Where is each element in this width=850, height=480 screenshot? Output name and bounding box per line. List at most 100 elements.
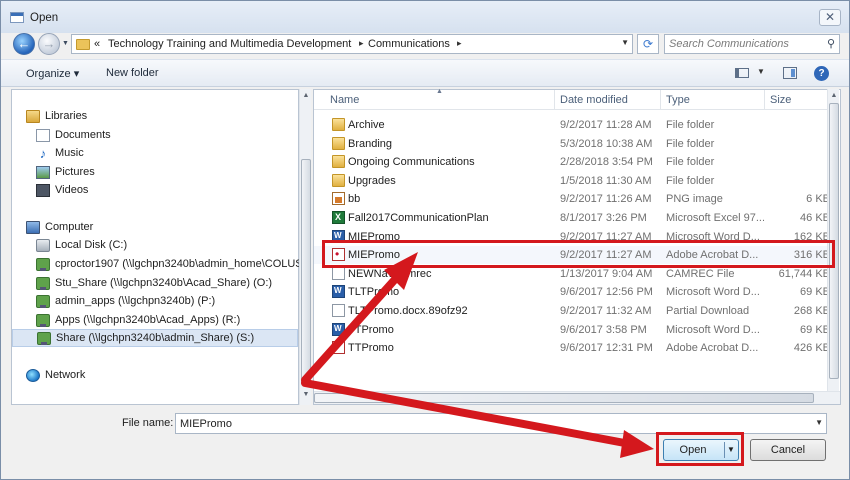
file-name-cell: Upgrades (348, 174, 396, 187)
file-row[interactable]: bb 9/2/2017 11:26 AM PNG image 6 KB (314, 190, 838, 208)
chevron-down-icon[interactable]: ▼ (727, 440, 735, 460)
column-header-type[interactable]: Type (666, 94, 690, 106)
search-input[interactable] (669, 36, 819, 52)
nav-item-label: Music (55, 147, 84, 159)
chevron-down-icon[interactable]: ▼ (815, 418, 823, 427)
file-name-combobox[interactable]: ▼ (175, 413, 827, 434)
scroll-up-icon[interactable]: ▲ (300, 90, 312, 102)
chevron-right-icon[interactable]: ▸ (457, 38, 462, 49)
file-row[interactable]: Branding 5/3/2018 10:38 AM File folder (314, 135, 838, 153)
preview-pane-icon[interactable] (783, 67, 797, 79)
computer-icon (26, 221, 40, 234)
file-size-cell: 69 KB (800, 286, 830, 299)
file-name-cell: MIEPromo (348, 249, 400, 262)
file-row[interactable]: TLTPromo 9/6/2017 12:56 PM Microsoft Word … (314, 283, 838, 301)
file-row[interactable]: MIEPromo 9/2/2017 11:27 AM Microsoft Word … (314, 228, 838, 246)
scroll-down-icon[interactable]: ▼ (300, 389, 312, 401)
file-type-cell: Microsoft Word D... (666, 230, 760, 243)
libraries-icon (26, 110, 40, 123)
scroll-thumb[interactable] (301, 159, 311, 385)
folder-icon (332, 155, 345, 169)
file-name-cell: Branding (348, 137, 393, 150)
scroll-thumb[interactable] (829, 103, 839, 379)
column-header-size[interactable]: Size (770, 94, 791, 106)
file-type-cell: File folder (666, 137, 715, 150)
file-row[interactable]: Upgrades 1/5/2018 11:30 AM File folder (314, 172, 838, 190)
column-divider[interactable] (764, 90, 765, 110)
split-divider (724, 442, 725, 458)
network-drive-icon (36, 314, 50, 327)
file-row[interactable]: Fall2017CommunicationPlan 8/1/2017 3:26 P… (314, 209, 838, 227)
column-divider[interactable] (554, 90, 555, 110)
chevron-right-icon[interactable]: ▸ (359, 38, 364, 49)
column-divider[interactable] (660, 90, 661, 110)
file-type-cell: File folder (666, 119, 715, 131)
nav-scrollbar[interactable]: ▲ ▼ (299, 89, 311, 405)
nav-item-drive-selected[interactable]: Share (\\lgchpn3240b\admin_Share) (S:) (12, 329, 298, 347)
file-row[interactable]: TTPromo 9/6/2017 12:31 PM Adobe Acrobat D.… (314, 339, 838, 357)
file-date-cell: 9/2/2017 11:28 AM (560, 119, 652, 131)
file-name-input[interactable] (180, 416, 800, 432)
chevron-down-icon[interactable]: ▼ (757, 67, 765, 76)
open-button[interactable]: Open ▼ (663, 439, 739, 461)
file-name-cell: MIEPromo (348, 230, 400, 243)
search-box[interactable]: ⚲ (664, 34, 840, 54)
organize-button[interactable]: Organize ▾ (26, 67, 79, 80)
file-row[interactable]: Ongoing Communications 2/28/2018 3:54 PM F… (314, 153, 838, 171)
file-name-cell: TLTPromo.docx.89ofz92 (348, 305, 468, 317)
file-type-cell: Adobe Acrobat D... (666, 249, 759, 262)
file-type-cell: CAMREC File (666, 267, 735, 280)
file-size-cell: 426 KB (793, 342, 830, 355)
breadcrumb-item[interactable]: Communications (368, 38, 450, 50)
file-size-cell: 69 KB (800, 323, 830, 336)
file-name-cell: TTPromo (348, 323, 394, 336)
file-row[interactable]: MIEPromo 9/2/2017 11:27 AM Adobe Acrobat D… (314, 246, 838, 265)
column-header-name[interactable]: Name (330, 94, 359, 106)
cancel-button[interactable]: Cancel (750, 439, 826, 461)
views-icon[interactable] (735, 68, 749, 78)
column-header-row: ▲ Name Date modified Type Size (314, 88, 838, 110)
help-icon[interactable]: ? (814, 66, 829, 81)
column-header-date[interactable]: Date modified (560, 94, 628, 106)
refresh-button[interactable]: ⟳ (637, 34, 659, 54)
file-row[interactable]: TTPromo 9/6/2017 3:58 PM Microsoft Word D.… (314, 321, 838, 339)
pdf-icon (332, 340, 345, 355)
file-icon (332, 304, 345, 317)
file-scrollbar-horizontal[interactable] (314, 391, 840, 404)
back-button[interactable]: ← (13, 33, 35, 55)
file-type-cell: Adobe Acrobat D... (666, 342, 759, 355)
address-row: ← → ▼ « Technology Training and Multimed… (1, 33, 849, 55)
file-size-cell: 61,744 KB (778, 267, 830, 280)
address-overflow[interactable]: « (94, 38, 100, 50)
file-scrollbar-vertical[interactable]: ▲ (827, 89, 839, 393)
recent-locations-dropdown[interactable]: ▼ (62, 40, 69, 47)
nav-item-label: admin_apps (\\lgchpn3240b) (P:) (55, 295, 216, 307)
file-row[interactable]: TLTPromo.docx.89ofz92 9/2/2017 11:32 AM Pa… (314, 302, 838, 320)
file-name-cell: bb (348, 193, 361, 206)
forward-button[interactable]: → (38, 33, 60, 55)
address-bar[interactable]: « Technology Training and Multimedia Dev… (71, 34, 633, 54)
folder-icon (332, 173, 345, 187)
new-folder-button[interactable]: New folder (106, 67, 159, 79)
file-size-cell: 268 KB (793, 305, 830, 317)
breadcrumb-item[interactable]: Technology Training and Multimedia Devel… (108, 38, 351, 50)
sort-ascending-icon: ▲ (436, 88, 443, 95)
file-type-cell: Microsoft Excel 97... (666, 212, 764, 224)
nav-item-label: Videos (55, 184, 89, 196)
network-drive-icon (37, 332, 51, 345)
close-button[interactable]: ✕ (819, 9, 841, 26)
file-icon (332, 266, 345, 280)
word-icon (332, 229, 345, 243)
file-type-cell: PNG image (666, 193, 723, 206)
network-icon (26, 369, 40, 382)
folder-icon (332, 118, 345, 131)
chevron-down-icon[interactable]: ▼ (621, 38, 629, 47)
scroll-thumb[interactable] (314, 393, 814, 403)
file-date-cell: 5/3/2018 10:38 AM (560, 137, 653, 150)
search-icon: ⚲ (826, 38, 835, 50)
scroll-up-icon[interactable]: ▲ (828, 90, 840, 102)
drive-icon (36, 239, 50, 252)
file-row[interactable]: NEWNav.camrec 1/13/2017 9:04 AM CAMREC Fil… (314, 265, 838, 283)
file-row[interactable]: Archive 9/2/2017 11:28 AM File folder (314, 116, 838, 134)
videos-icon (36, 184, 50, 197)
